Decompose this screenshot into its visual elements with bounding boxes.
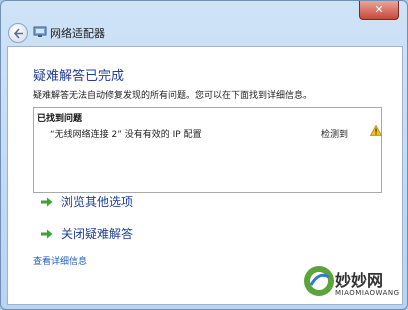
problem-item-text[interactable]: “无线网络连接 2” 没有有效的 IP 配置 [50, 127, 202, 140]
problem-item-status: 检测到 [321, 130, 349, 140]
back-button[interactable] [8, 23, 28, 43]
watermark-subtext: MIAOMIAOWANG [335, 289, 400, 297]
result-description: 疑难解答无法自动修复发现的所有问题。您可以在下面找到详细信息。 [33, 91, 313, 101]
green-arrow-icon [41, 197, 53, 207]
title-bar: ✕ 网络适配器 [1, 1, 407, 43]
problems-header: 已找到问题 [37, 114, 83, 124]
network-adapter-icon [33, 26, 47, 37]
page-heading: 疑难解答已完成 [33, 69, 125, 84]
problems-found-box: 已找到问题 “无线网络连接 2” 没有有效的 IP 配置 检测到 [33, 107, 382, 193]
green-arrow-icon [41, 229, 53, 239]
close-troubleshooter-link[interactable]: 关闭疑难解答 [41, 225, 133, 242]
close-button[interactable]: ✕ [359, 1, 399, 20]
warning-icon [370, 125, 382, 136]
back-arrow-icon [13, 28, 23, 39]
window-title: 网络适配器 [50, 27, 105, 40]
option-label: 浏览其他选项 [61, 195, 134, 209]
view-details-link[interactable]: 查看详细信息 [33, 254, 87, 267]
browse-other-options-link[interactable]: 浏览其他选项 [41, 193, 133, 210]
troubleshooter-window: ✕ 网络适配器 疑难解答已完成 疑难解答无法自动修复发现的所有问题。您可以在下面… [0, 0, 408, 310]
option-label: 关闭疑难解答 [61, 227, 134, 241]
watermark-text: 妙妙网 [335, 271, 384, 290]
